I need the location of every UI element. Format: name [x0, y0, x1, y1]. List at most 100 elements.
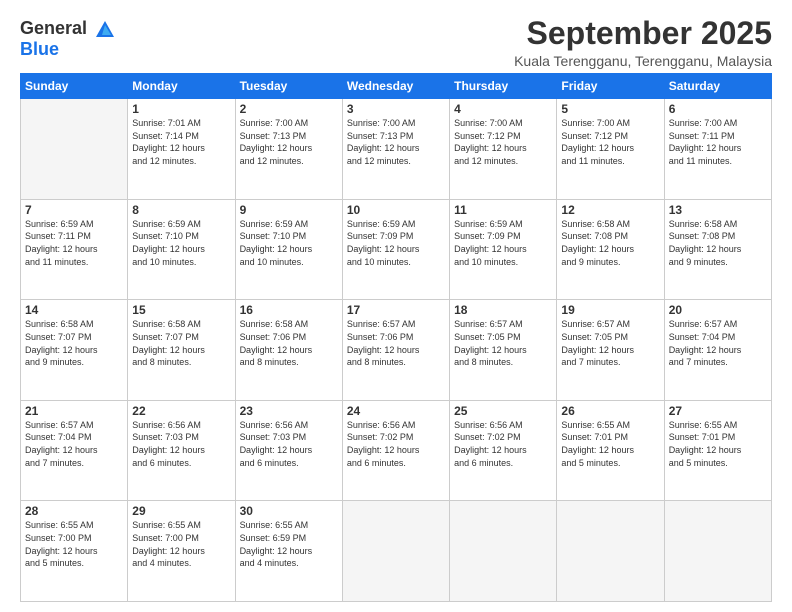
- day-number: 6: [669, 102, 767, 116]
- calendar-cell: 21Sunrise: 6:57 AM Sunset: 7:04 PM Dayli…: [21, 400, 128, 501]
- calendar-header-row: Sunday Monday Tuesday Wednesday Thursday…: [21, 74, 772, 99]
- day-number: 7: [25, 203, 123, 217]
- day-info: Sunrise: 6:55 AM Sunset: 7:00 PM Dayligh…: [132, 519, 230, 569]
- calendar-cell: 18Sunrise: 6:57 AM Sunset: 7:05 PM Dayli…: [450, 300, 557, 401]
- day-number: 17: [347, 303, 445, 317]
- day-number: 12: [561, 203, 659, 217]
- calendar-cell: [450, 501, 557, 602]
- calendar-table: Sunday Monday Tuesday Wednesday Thursday…: [20, 73, 772, 602]
- day-info: Sunrise: 6:59 AM Sunset: 7:09 PM Dayligh…: [454, 218, 552, 268]
- day-number: 13: [669, 203, 767, 217]
- calendar-cell: 6Sunrise: 7:00 AM Sunset: 7:11 PM Daylig…: [664, 99, 771, 200]
- col-saturday: Saturday: [664, 74, 771, 99]
- calendar-cell: 1Sunrise: 7:01 AM Sunset: 7:14 PM Daylig…: [128, 99, 235, 200]
- page: General Blue September 2025 Kuala Tereng…: [0, 0, 792, 612]
- day-info: Sunrise: 6:55 AM Sunset: 7:01 PM Dayligh…: [669, 419, 767, 469]
- day-number: 22: [132, 404, 230, 418]
- day-number: 1: [132, 102, 230, 116]
- logo-blue: Blue: [20, 39, 116, 60]
- day-number: 30: [240, 504, 338, 518]
- calendar-cell: 8Sunrise: 6:59 AM Sunset: 7:10 PM Daylig…: [128, 199, 235, 300]
- calendar-cell: [342, 501, 449, 602]
- day-number: 14: [25, 303, 123, 317]
- col-monday: Monday: [128, 74, 235, 99]
- calendar-cell: 3Sunrise: 7:00 AM Sunset: 7:13 PM Daylig…: [342, 99, 449, 200]
- day-info: Sunrise: 7:00 AM Sunset: 7:12 PM Dayligh…: [561, 117, 659, 167]
- col-wednesday: Wednesday: [342, 74, 449, 99]
- logo-text-block: General Blue: [20, 18, 116, 60]
- day-info: Sunrise: 6:55 AM Sunset: 6:59 PM Dayligh…: [240, 519, 338, 569]
- col-thursday: Thursday: [450, 74, 557, 99]
- day-number: 27: [669, 404, 767, 418]
- calendar-cell: 9Sunrise: 6:59 AM Sunset: 7:10 PM Daylig…: [235, 199, 342, 300]
- logo-icon: [94, 19, 116, 39]
- calendar-week-row: 7Sunrise: 6:59 AM Sunset: 7:11 PM Daylig…: [21, 199, 772, 300]
- day-info: Sunrise: 6:56 AM Sunset: 7:03 PM Dayligh…: [132, 419, 230, 469]
- day-info: Sunrise: 6:55 AM Sunset: 7:00 PM Dayligh…: [25, 519, 123, 569]
- day-number: 2: [240, 102, 338, 116]
- calendar-cell: 11Sunrise: 6:59 AM Sunset: 7:09 PM Dayli…: [450, 199, 557, 300]
- day-info: Sunrise: 6:56 AM Sunset: 7:03 PM Dayligh…: [240, 419, 338, 469]
- subtitle: Kuala Terengganu, Terengganu, Malaysia: [514, 53, 772, 69]
- calendar-cell: 10Sunrise: 6:59 AM Sunset: 7:09 PM Dayli…: [342, 199, 449, 300]
- day-info: Sunrise: 7:00 AM Sunset: 7:13 PM Dayligh…: [240, 117, 338, 167]
- day-info: Sunrise: 6:59 AM Sunset: 7:10 PM Dayligh…: [132, 218, 230, 268]
- day-info: Sunrise: 6:58 AM Sunset: 7:06 PM Dayligh…: [240, 318, 338, 368]
- day-number: 18: [454, 303, 552, 317]
- calendar-cell: [21, 99, 128, 200]
- calendar-cell: 30Sunrise: 6:55 AM Sunset: 6:59 PM Dayli…: [235, 501, 342, 602]
- calendar-cell: 29Sunrise: 6:55 AM Sunset: 7:00 PM Dayli…: [128, 501, 235, 602]
- calendar-cell: 23Sunrise: 6:56 AM Sunset: 7:03 PM Dayli…: [235, 400, 342, 501]
- calendar-cell: 25Sunrise: 6:56 AM Sunset: 7:02 PM Dayli…: [450, 400, 557, 501]
- day-info: Sunrise: 6:58 AM Sunset: 7:08 PM Dayligh…: [669, 218, 767, 268]
- calendar-cell: 4Sunrise: 7:00 AM Sunset: 7:12 PM Daylig…: [450, 99, 557, 200]
- day-info: Sunrise: 6:58 AM Sunset: 7:07 PM Dayligh…: [132, 318, 230, 368]
- day-number: 29: [132, 504, 230, 518]
- day-number: 28: [25, 504, 123, 518]
- day-info: Sunrise: 6:57 AM Sunset: 7:04 PM Dayligh…: [669, 318, 767, 368]
- day-number: 15: [132, 303, 230, 317]
- header: General Blue September 2025 Kuala Tereng…: [20, 16, 772, 69]
- calendar-week-row: 14Sunrise: 6:58 AM Sunset: 7:07 PM Dayli…: [21, 300, 772, 401]
- logo: General Blue: [20, 18, 116, 60]
- day-info: Sunrise: 6:59 AM Sunset: 7:10 PM Dayligh…: [240, 218, 338, 268]
- day-number: 21: [25, 404, 123, 418]
- calendar-cell: 16Sunrise: 6:58 AM Sunset: 7:06 PM Dayli…: [235, 300, 342, 401]
- day-info: Sunrise: 7:00 AM Sunset: 7:12 PM Dayligh…: [454, 117, 552, 167]
- calendar-cell: 15Sunrise: 6:58 AM Sunset: 7:07 PM Dayli…: [128, 300, 235, 401]
- day-number: 11: [454, 203, 552, 217]
- day-number: 23: [240, 404, 338, 418]
- calendar-week-row: 21Sunrise: 6:57 AM Sunset: 7:04 PM Dayli…: [21, 400, 772, 501]
- calendar-cell: 22Sunrise: 6:56 AM Sunset: 7:03 PM Dayli…: [128, 400, 235, 501]
- day-info: Sunrise: 6:59 AM Sunset: 7:11 PM Dayligh…: [25, 218, 123, 268]
- day-number: 10: [347, 203, 445, 217]
- calendar-cell: 17Sunrise: 6:57 AM Sunset: 7:06 PM Dayli…: [342, 300, 449, 401]
- month-title: September 2025: [514, 16, 772, 51]
- calendar-cell: 13Sunrise: 6:58 AM Sunset: 7:08 PM Dayli…: [664, 199, 771, 300]
- day-info: Sunrise: 6:57 AM Sunset: 7:05 PM Dayligh…: [454, 318, 552, 368]
- col-friday: Friday: [557, 74, 664, 99]
- col-tuesday: Tuesday: [235, 74, 342, 99]
- day-info: Sunrise: 7:00 AM Sunset: 7:11 PM Dayligh…: [669, 117, 767, 167]
- day-info: Sunrise: 6:56 AM Sunset: 7:02 PM Dayligh…: [347, 419, 445, 469]
- day-info: Sunrise: 6:58 AM Sunset: 7:07 PM Dayligh…: [25, 318, 123, 368]
- day-number: 25: [454, 404, 552, 418]
- calendar-cell: 2Sunrise: 7:00 AM Sunset: 7:13 PM Daylig…: [235, 99, 342, 200]
- day-number: 16: [240, 303, 338, 317]
- day-info: Sunrise: 6:56 AM Sunset: 7:02 PM Dayligh…: [454, 419, 552, 469]
- calendar-cell: [557, 501, 664, 602]
- col-sunday: Sunday: [21, 74, 128, 99]
- day-info: Sunrise: 6:57 AM Sunset: 7:04 PM Dayligh…: [25, 419, 123, 469]
- day-info: Sunrise: 6:58 AM Sunset: 7:08 PM Dayligh…: [561, 218, 659, 268]
- calendar-cell: 20Sunrise: 6:57 AM Sunset: 7:04 PM Dayli…: [664, 300, 771, 401]
- title-block: September 2025 Kuala Terengganu, Terengg…: [514, 16, 772, 69]
- day-number: 4: [454, 102, 552, 116]
- calendar-cell: [664, 501, 771, 602]
- day-info: Sunrise: 6:59 AM Sunset: 7:09 PM Dayligh…: [347, 218, 445, 268]
- day-number: 9: [240, 203, 338, 217]
- day-info: Sunrise: 7:01 AM Sunset: 7:14 PM Dayligh…: [132, 117, 230, 167]
- day-number: 20: [669, 303, 767, 317]
- calendar-cell: 12Sunrise: 6:58 AM Sunset: 7:08 PM Dayli…: [557, 199, 664, 300]
- calendar-cell: 14Sunrise: 6:58 AM Sunset: 7:07 PM Dayli…: [21, 300, 128, 401]
- calendar-week-row: 28Sunrise: 6:55 AM Sunset: 7:00 PM Dayli…: [21, 501, 772, 602]
